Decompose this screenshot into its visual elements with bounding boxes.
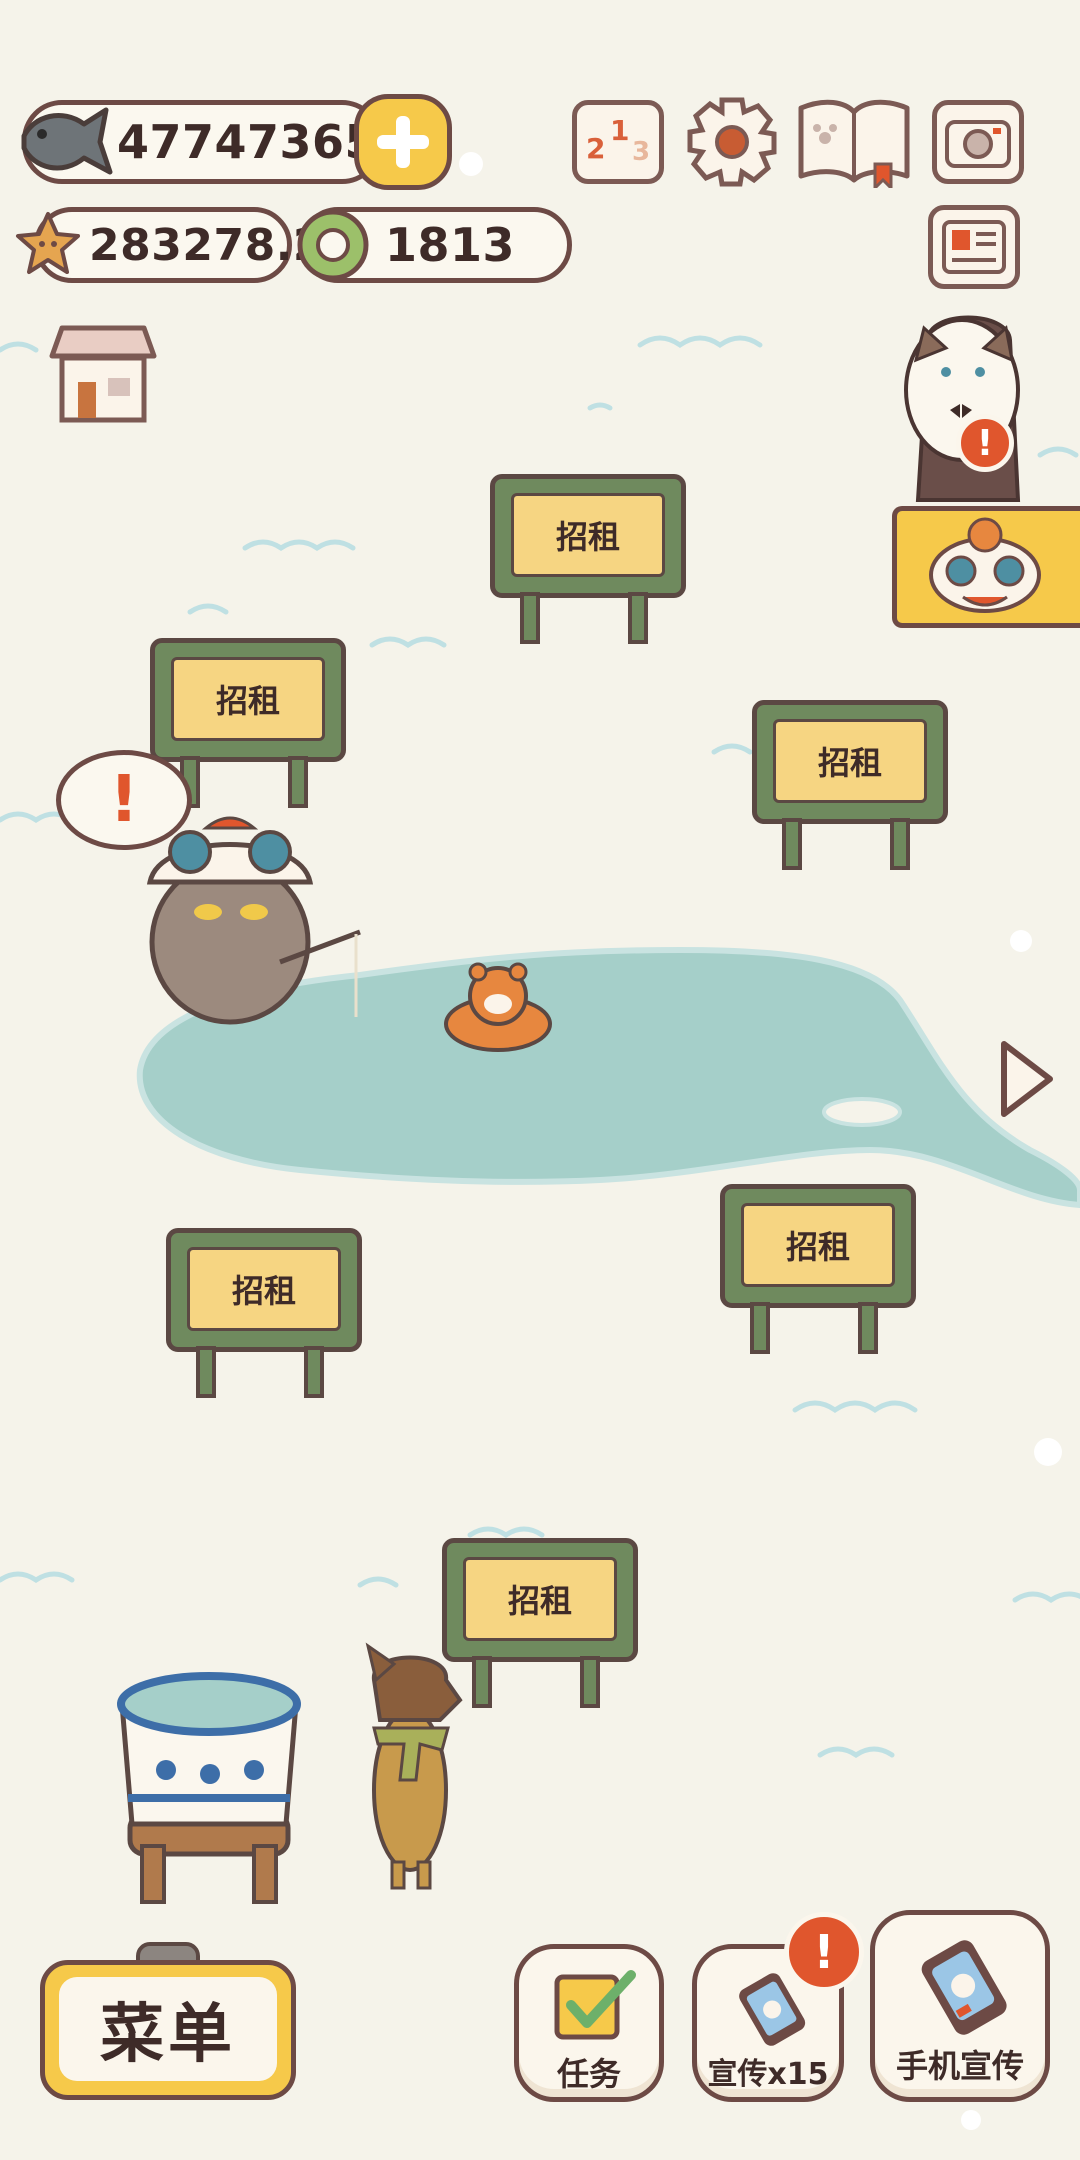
sign-label: 招租 <box>773 719 927 803</box>
shop-button[interactable] <box>46 320 160 424</box>
svg-text:2: 2 <box>586 132 605 165</box>
next-area-arrow[interactable] <box>994 1034 1060 1124</box>
lion-dance-head-icon <box>929 517 1041 613</box>
fish-icon <box>21 107 113 175</box>
menu-button[interactable]: 菜单 <box>40 1942 296 2100</box>
svg-text:3: 3 <box>632 137 650 167</box>
menu-board: 菜单 <box>40 1960 296 2100</box>
sign-label: 招租 <box>463 1557 617 1641</box>
lion-dance-event-banner[interactable] <box>892 506 1080 628</box>
sign-post <box>580 1656 600 1708</box>
fish-count: 47747365 <box>117 115 378 169</box>
sign-post <box>520 592 540 644</box>
checklist-icon <box>554 1970 636 2040</box>
add-fish-button[interactable] <box>354 94 452 190</box>
newspaper-icon <box>942 220 1006 274</box>
sign-post <box>858 1302 878 1354</box>
sign-board: 招租 <box>166 1228 362 1352</box>
vacant-lot-sign[interactable]: 招租 <box>490 474 686 644</box>
fishing-cat-with-lion-hat[interactable] <box>120 812 370 1032</box>
sign-label: 招租 <box>187 1247 341 1331</box>
vacant-lot-sign[interactable]: 招租 <box>752 700 948 870</box>
camera-icon <box>945 120 1011 168</box>
newspaper-button[interactable] <box>928 205 1020 289</box>
sign-post <box>304 1346 324 1398</box>
chevron-right-icon <box>1001 1041 1053 1117</box>
sign-post <box>196 1346 216 1398</box>
host-alert-text: ! <box>976 422 994 464</box>
sign-post <box>628 592 648 644</box>
shop-icon <box>49 325 157 423</box>
green-coin-icon <box>297 209 369 281</box>
promote-alert-text: ! <box>813 1925 835 1979</box>
sign-board: 招租 <box>720 1184 916 1308</box>
sign-board: 招租 <box>752 700 948 824</box>
vacant-lot-sign[interactable]: 招租 <box>720 1184 916 1354</box>
promote-label: 宣传x15 <box>707 2057 829 2092</box>
plus-icon <box>377 116 429 168</box>
sign-post <box>750 1302 770 1354</box>
sign-post <box>288 756 308 808</box>
open-book-icon <box>798 99 910 192</box>
sign-post <box>782 818 802 870</box>
tasks-button[interactable]: 任务 <box>514 1944 664 2102</box>
settings-button[interactable] <box>686 96 778 188</box>
tiger-swim-ring[interactable] <box>438 958 558 1058</box>
promote-alert-badge[interactable]: ! <box>784 1912 864 1992</box>
camera-button[interactable] <box>932 100 1024 184</box>
phone-promote-label: 手机宣传 <box>895 2047 1024 2085</box>
sign-label: 招租 <box>511 493 665 577</box>
porcelain-water-jar[interactable] <box>110 1664 310 1914</box>
ranking-button[interactable]: 2 1 3 <box>572 100 664 184</box>
shiba-dog-with-scarf[interactable] <box>350 1640 480 1890</box>
sign-label: 招租 <box>741 1203 895 1287</box>
phone-promote-button[interactable]: 手机宣传 <box>870 1910 1050 2102</box>
owl-cat-host[interactable] <box>888 300 1048 510</box>
svg-text:1: 1 <box>610 114 629 147</box>
star-count: 283278.2 <box>89 219 325 271</box>
phone-icon <box>921 1940 1007 2035</box>
sign-board: 招租 <box>150 638 346 762</box>
host-alert-badge[interactable]: ! <box>956 414 1014 472</box>
gear-icon <box>687 97 777 187</box>
tasks-label: 任务 <box>556 2055 621 2093</box>
catalog-book-button[interactable] <box>795 94 913 192</box>
sign-post <box>890 818 910 870</box>
menu-label: 菜单 <box>100 1998 236 2072</box>
sign-board: 招租 <box>490 474 686 598</box>
sign-label: 招租 <box>171 657 325 741</box>
coin-count: 1813 <box>385 218 516 272</box>
star-icon <box>16 212 80 274</box>
vacant-lot-sign[interactable]: 招租 <box>166 1228 362 1398</box>
podium-icon: 2 1 3 <box>586 114 650 167</box>
